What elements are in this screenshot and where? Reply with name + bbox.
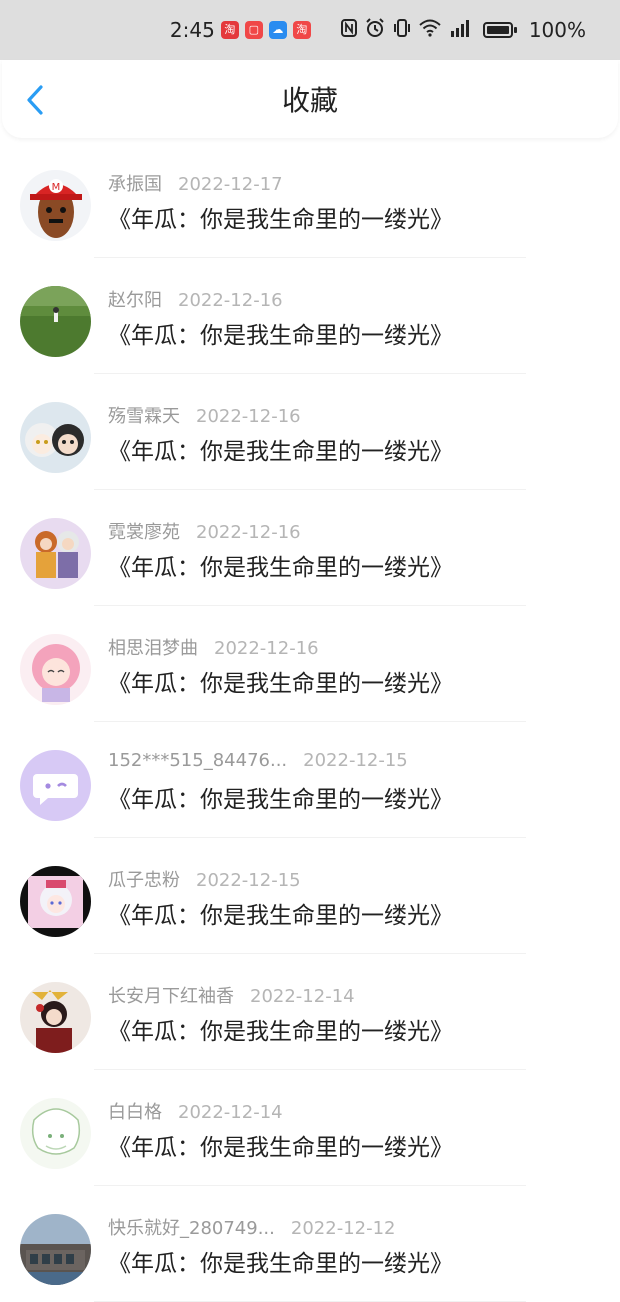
avatar[interactable] [20,286,91,357]
battery-percentage: 100% [528,18,586,42]
username[interactable]: 相思泪梦曲 [108,634,198,660]
favorite-list-item[interactable]: 相思泪梦曲 2022-12-16 《年瓜：你是我生命里的一缕光》 [0,606,620,722]
username[interactable]: 152***515_84476... [108,750,287,771]
item-meta: 相思泪梦曲 2022-12-16 [108,634,319,660]
avatar[interactable] [20,1214,91,1285]
favorite-date: 2022-12-14 [250,986,355,1007]
avatar[interactable]: M [20,170,91,241]
status-time: 2:45 [169,18,215,42]
item-meta: 白白格 2022-12-14 [108,1098,283,1124]
chevron-left-icon [27,85,43,115]
favorite-list-item[interactable]: M 承振国 2022-12-17 《年瓜：你是我生命里的一缕光》 [0,142,620,258]
status-bar: 2:45 淘 ▢ ☁ 淘 100% [0,0,620,60]
favorite-list-item[interactable]: 快乐就好_280749... 2022-12-12 《年瓜：你是我生命里的一缕光》 [0,1186,620,1302]
item-meta: 殇雪霖天 2022-12-16 [108,402,301,428]
favorite-date: 2022-12-15 [303,750,408,771]
username[interactable]: 赵尔阳 [108,286,162,312]
avatar[interactable] [20,1098,91,1169]
article-title[interactable]: 《年瓜：你是我生命里的一缕光》 [108,316,453,350]
favorite-date: 2022-12-16 [214,638,319,659]
article-title[interactable]: 《年瓜：你是我生命里的一缕光》 [108,664,453,698]
cloud-app-icon: ☁ [268,21,287,39]
item-meta: 赵尔阳 2022-12-16 [108,286,283,312]
favorite-list-item[interactable]: 白白格 2022-12-14 《年瓜：你是我生命里的一缕光》 [0,1070,620,1186]
favorite-list-item[interactable]: 长安月下红袖香 2022-12-14 《年瓜：你是我生命里的一缕光》 [0,954,620,1070]
article-title[interactable]: 《年瓜：你是我生命里的一缕光》 [108,1244,453,1278]
item-meta: 长安月下红袖香 2022-12-14 [108,982,355,1008]
item-meta: 承振国 2022-12-17 [108,170,283,196]
username[interactable]: 长安月下红袖香 [108,982,234,1008]
avatar[interactable] [20,750,91,821]
favorite-list-item[interactable]: 152***515_84476... 2022-12-15 《年瓜：你是我生命里的一… [0,722,620,838]
username[interactable]: 承振国 [108,170,162,196]
avatar[interactable] [20,518,91,589]
article-title[interactable]: 《年瓜：你是我生命里的一缕光》 [108,200,453,234]
svg-text:M: M [52,182,61,193]
page-title: 收藏 [281,84,338,117]
vibrate-icon [393,18,411,43]
system-status-icons: 100% [340,17,586,43]
red-app-icon: ▢ [244,21,263,39]
avatar[interactable] [20,634,91,705]
notification-app-icons: 淘 ▢ ☁ 淘 [220,21,311,39]
navigation-bar: 收藏 [2,60,618,138]
back-button[interactable] [20,82,50,118]
favorite-date: 2022-12-17 [178,174,283,195]
favorite-date: 2022-12-12 [290,1218,396,1239]
username[interactable]: 殇雪霖天 [108,402,180,428]
alarm-icon [365,17,385,43]
battery-icon [482,22,517,38]
article-title[interactable]: 《年瓜：你是我生命里的一缕光》 [108,896,453,930]
favorite-list-item[interactable]: 殇雪霖天 2022-12-16 《年瓜：你是我生命里的一缕光》 [0,374,620,490]
favorite-list-item[interactable]: 霓裳廖苑 2022-12-16 《年瓜：你是我生命里的一缕光》 [0,490,620,606]
article-title[interactable]: 《年瓜：你是我生命里的一缕光》 [108,548,453,582]
item-meta: 霓裳廖苑 2022-12-16 [108,518,301,544]
wifi-icon [419,19,441,42]
favorites-list: M 承振国 2022-12-17 《年瓜：你是我生命里的一缕光》 赵尔阳 2022-12-… [0,142,620,1302]
username[interactable]: 快乐就好_280749... [108,1214,275,1240]
favorite-list-item[interactable]: 赵尔阳 2022-12-16 《年瓜：你是我生命里的一缕光》 [0,258,620,374]
favorite-date: 2022-12-14 [178,1102,283,1123]
taobao-app-icon: 淘 [220,21,239,39]
avatar[interactable] [20,866,91,937]
avatar[interactable] [20,982,91,1053]
favorite-date: 2022-12-16 [178,290,283,311]
article-title[interactable]: 《年瓜：你是我生命里的一缕光》 [108,1012,453,1046]
username[interactable]: 霓裳廖苑 [108,518,180,544]
avatar[interactable] [20,402,91,473]
item-meta: 快乐就好_280749... 2022-12-12 [108,1214,396,1240]
article-title[interactable]: 《年瓜：你是我生命里的一缕光》 [108,432,453,466]
favorite-list-item[interactable]: 瓜子忠粉 2022-12-15 《年瓜：你是我生命里的一缕光》 [0,838,620,954]
article-title[interactable]: 《年瓜：你是我生命里的一缕光》 [108,780,453,814]
signal-icon [449,19,471,42]
article-title[interactable]: 《年瓜：你是我生命里的一缕光》 [108,1128,453,1162]
username[interactable]: 白白格 [108,1098,162,1124]
favorite-date: 2022-12-15 [196,870,301,891]
nfc-icon [340,18,357,42]
item-meta: 152***515_84476... 2022-12-15 [108,750,408,771]
item-meta: 瓜子忠粉 2022-12-15 [108,866,301,892]
favorite-date: 2022-12-16 [196,406,301,427]
favorite-date: 2022-12-16 [196,522,301,543]
deal-app-icon: 淘 [292,21,311,39]
username[interactable]: 瓜子忠粉 [108,866,180,892]
